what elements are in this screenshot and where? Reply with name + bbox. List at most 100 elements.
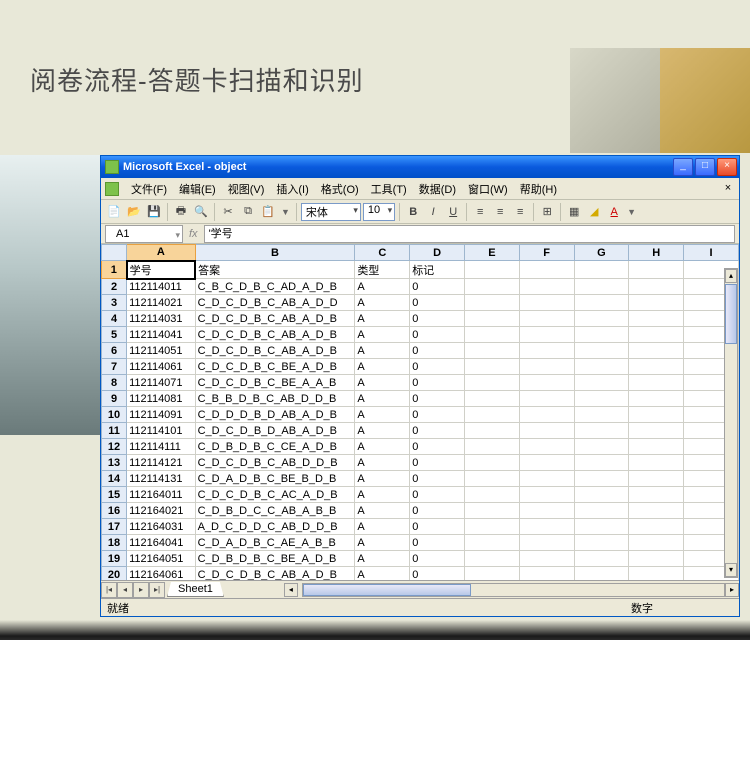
font-size-select[interactable]: 10 xyxy=(363,203,395,221)
hscroll-left-icon[interactable]: ◂ xyxy=(284,583,298,597)
sheet-nav-first-icon[interactable]: |◂ xyxy=(101,582,117,598)
cell[interactable] xyxy=(574,439,629,455)
row-header[interactable]: 4 xyxy=(102,311,127,327)
cell[interactable]: C_D_A_D_B_C_AE_A_B_B xyxy=(195,535,355,551)
cell[interactable] xyxy=(574,423,629,439)
cell[interactable] xyxy=(519,295,574,311)
cell[interactable]: 0 xyxy=(410,407,465,423)
cell[interactable]: 112114101 xyxy=(127,423,195,439)
cell[interactable] xyxy=(519,327,574,343)
row-header[interactable]: 15 xyxy=(102,487,127,503)
cell[interactable] xyxy=(574,503,629,519)
vscroll-down-icon[interactable]: ▾ xyxy=(725,563,737,577)
cell[interactable] xyxy=(574,519,629,535)
cell[interactable] xyxy=(464,503,519,519)
cell[interactable] xyxy=(464,455,519,471)
sheet-nav-last-icon[interactable]: ▸| xyxy=(149,582,165,598)
maximize-button[interactable]: □ xyxy=(695,158,715,176)
cell[interactable] xyxy=(574,343,629,359)
cell[interactable]: 学号 xyxy=(127,261,195,279)
cell[interactable] xyxy=(629,439,684,455)
cell[interactable] xyxy=(629,327,684,343)
cell[interactable]: A xyxy=(355,391,410,407)
cell[interactable] xyxy=(464,471,519,487)
cell[interactable] xyxy=(629,311,684,327)
cell[interactable]: 0 xyxy=(410,279,465,295)
cell[interactable]: 112114111 xyxy=(127,439,195,455)
cell[interactable] xyxy=(629,375,684,391)
cell[interactable]: 112114021 xyxy=(127,295,195,311)
cell[interactable]: 0 xyxy=(410,471,465,487)
cell[interactable] xyxy=(629,261,684,279)
cell[interactable]: C_D_C_D_B_C_BE_A_D_B xyxy=(195,359,355,375)
cell[interactable] xyxy=(519,423,574,439)
cell[interactable] xyxy=(519,535,574,551)
cell[interactable]: A xyxy=(355,551,410,567)
close-button[interactable]: × xyxy=(717,158,737,176)
cell[interactable] xyxy=(519,551,574,567)
cell[interactable]: A xyxy=(355,487,410,503)
cell[interactable] xyxy=(464,343,519,359)
cell[interactable] xyxy=(629,343,684,359)
sheet-nav-prev-icon[interactable]: ◂ xyxy=(117,582,133,598)
cell[interactable] xyxy=(629,295,684,311)
cell[interactable]: 112164011 xyxy=(127,487,195,503)
cell[interactable]: C_D_C_D_B_D_AB_A_D_B xyxy=(195,423,355,439)
cell[interactable]: C_D_C_D_B_C_AB_A_D_B xyxy=(195,327,355,343)
menu-edit[interactable]: 编辑(E) xyxy=(173,179,222,199)
row-header[interactable]: 1 xyxy=(102,261,127,279)
cell[interactable]: A xyxy=(355,455,410,471)
hscroll-thumb[interactable] xyxy=(303,584,471,596)
preview-icon[interactable]: 🔍 xyxy=(192,203,210,221)
cell[interactable]: A xyxy=(355,343,410,359)
sheet-tab[interactable]: Sheet1 xyxy=(167,582,224,597)
cell[interactable] xyxy=(519,439,574,455)
cell[interactable]: 112114041 xyxy=(127,327,195,343)
cell[interactable] xyxy=(464,375,519,391)
format-overflow-icon[interactable]: ▼ xyxy=(625,207,638,217)
underline-icon[interactable]: U xyxy=(444,203,462,221)
hscroll-right-icon[interactable]: ▸ xyxy=(725,583,739,597)
cell[interactable] xyxy=(519,375,574,391)
cell[interactable] xyxy=(464,535,519,551)
menu-file[interactable]: 文件(F) xyxy=(125,179,173,199)
cell[interactable]: A xyxy=(355,503,410,519)
cell[interactable]: 112114011 xyxy=(127,279,195,295)
cell[interactable]: 112114081 xyxy=(127,391,195,407)
row-header[interactable]: 14 xyxy=(102,471,127,487)
cell[interactable] xyxy=(519,343,574,359)
cell[interactable] xyxy=(464,567,519,581)
cell[interactable] xyxy=(519,261,574,279)
paste-icon[interactable]: 📋 xyxy=(259,203,277,221)
sheet-nav-next-icon[interactable]: ▸ xyxy=(133,582,149,598)
cell[interactable] xyxy=(629,423,684,439)
cell[interactable] xyxy=(519,359,574,375)
cell[interactable] xyxy=(629,471,684,487)
cell[interactable]: 112114071 xyxy=(127,375,195,391)
cell[interactable]: 112114121 xyxy=(127,455,195,471)
col-header-H[interactable]: H xyxy=(629,245,684,261)
cell[interactable] xyxy=(574,551,629,567)
cell[interactable]: 标记 xyxy=(410,261,465,279)
cell[interactable] xyxy=(629,455,684,471)
cell[interactable]: 0 xyxy=(410,455,465,471)
cell[interactable]: A xyxy=(355,295,410,311)
cell[interactable] xyxy=(574,327,629,343)
cell[interactable] xyxy=(464,439,519,455)
name-box[interactable]: A1 xyxy=(105,225,183,243)
col-header-C[interactable]: C xyxy=(355,245,410,261)
cell[interactable]: A_D_C_D_D_C_AB_D_D_B xyxy=(195,519,355,535)
row-header[interactable]: 13 xyxy=(102,455,127,471)
cell[interactable]: 112164031 xyxy=(127,519,195,535)
row-header[interactable]: 16 xyxy=(102,503,127,519)
row-header[interactable]: 10 xyxy=(102,407,127,423)
menu-data[interactable]: 数据(D) xyxy=(413,179,462,199)
row-header[interactable]: 6 xyxy=(102,343,127,359)
cell[interactable] xyxy=(574,455,629,471)
cell[interactable] xyxy=(574,535,629,551)
cell[interactable] xyxy=(464,279,519,295)
vscroll-up-icon[interactable]: ▴ xyxy=(725,269,737,283)
titlebar[interactable]: Microsoft Excel - object _ □ × xyxy=(101,156,739,178)
cell[interactable] xyxy=(629,535,684,551)
cell[interactable]: 112164021 xyxy=(127,503,195,519)
